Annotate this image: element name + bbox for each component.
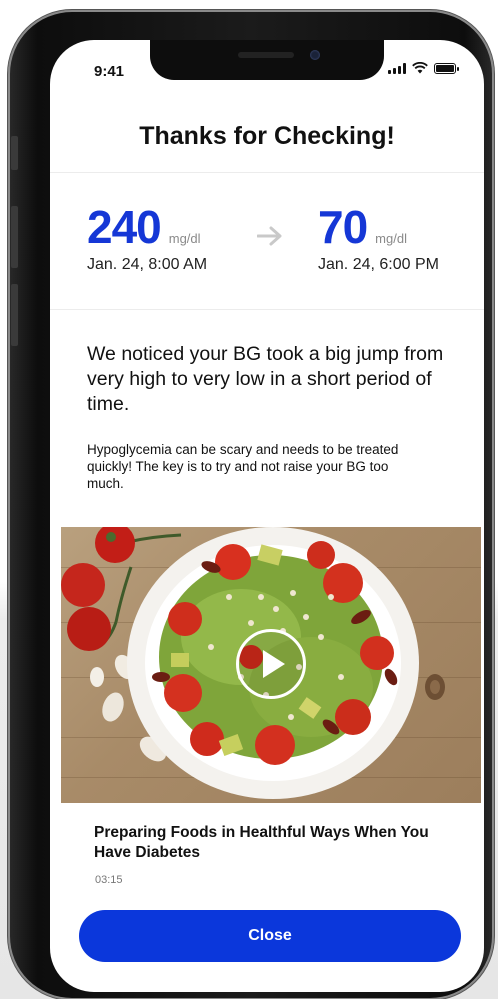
reading-end-unit: mg/dl — [375, 231, 407, 246]
play-icon — [263, 650, 285, 678]
status-icons — [388, 62, 459, 74]
speaker-grille — [238, 52, 294, 58]
reading-end-time: Jan. 24, 6:00 PM — [318, 256, 439, 273]
play-button[interactable] — [236, 629, 306, 699]
video-title[interactable]: Preparing Foods in Healthful Ways When Y… — [94, 823, 454, 863]
volume-up-button — [11, 206, 18, 268]
header-divider — [50, 172, 484, 173]
arrow-right-icon — [257, 226, 282, 246]
reading-start-value: 240 — [87, 201, 162, 253]
readings-divider — [50, 309, 484, 310]
status-time: 9:41 — [94, 63, 125, 80]
phone-screen: 9:41 Thanks for Checking! 240 mg/dl Jan. … — [50, 40, 484, 992]
video-duration: 03:15 — [95, 874, 123, 886]
wifi-icon — [412, 62, 428, 74]
reading-end: 70 mg/dl Jan. 24, 6:00 PM — [318, 200, 439, 274]
page-title: Thanks for Checking! — [139, 122, 395, 150]
signal-icon — [388, 62, 406, 74]
mute-switch — [11, 136, 18, 170]
volume-down-button — [11, 284, 18, 346]
message-headline: We noticed your BG took a big jump from … — [87, 343, 444, 415]
phone-frame: 9:41 Thanks for Checking! 240 mg/dl Jan. … — [8, 10, 494, 999]
reading-start: 240 mg/dl Jan. 24, 8:00 AM — [87, 200, 207, 274]
message-body: Hypoglycemia can be scary and needs to b… — [87, 442, 399, 491]
notch — [150, 40, 384, 80]
reading-start-unit: mg/dl — [168, 231, 201, 246]
close-button[interactable]: Close — [79, 910, 461, 962]
battery-icon — [434, 62, 459, 74]
video-thumbnail[interactable] — [61, 527, 481, 803]
reading-start-time: Jan. 24, 8:00 AM — [87, 256, 208, 273]
reading-end-value: 70 — [318, 201, 368, 253]
front-camera — [310, 50, 320, 60]
